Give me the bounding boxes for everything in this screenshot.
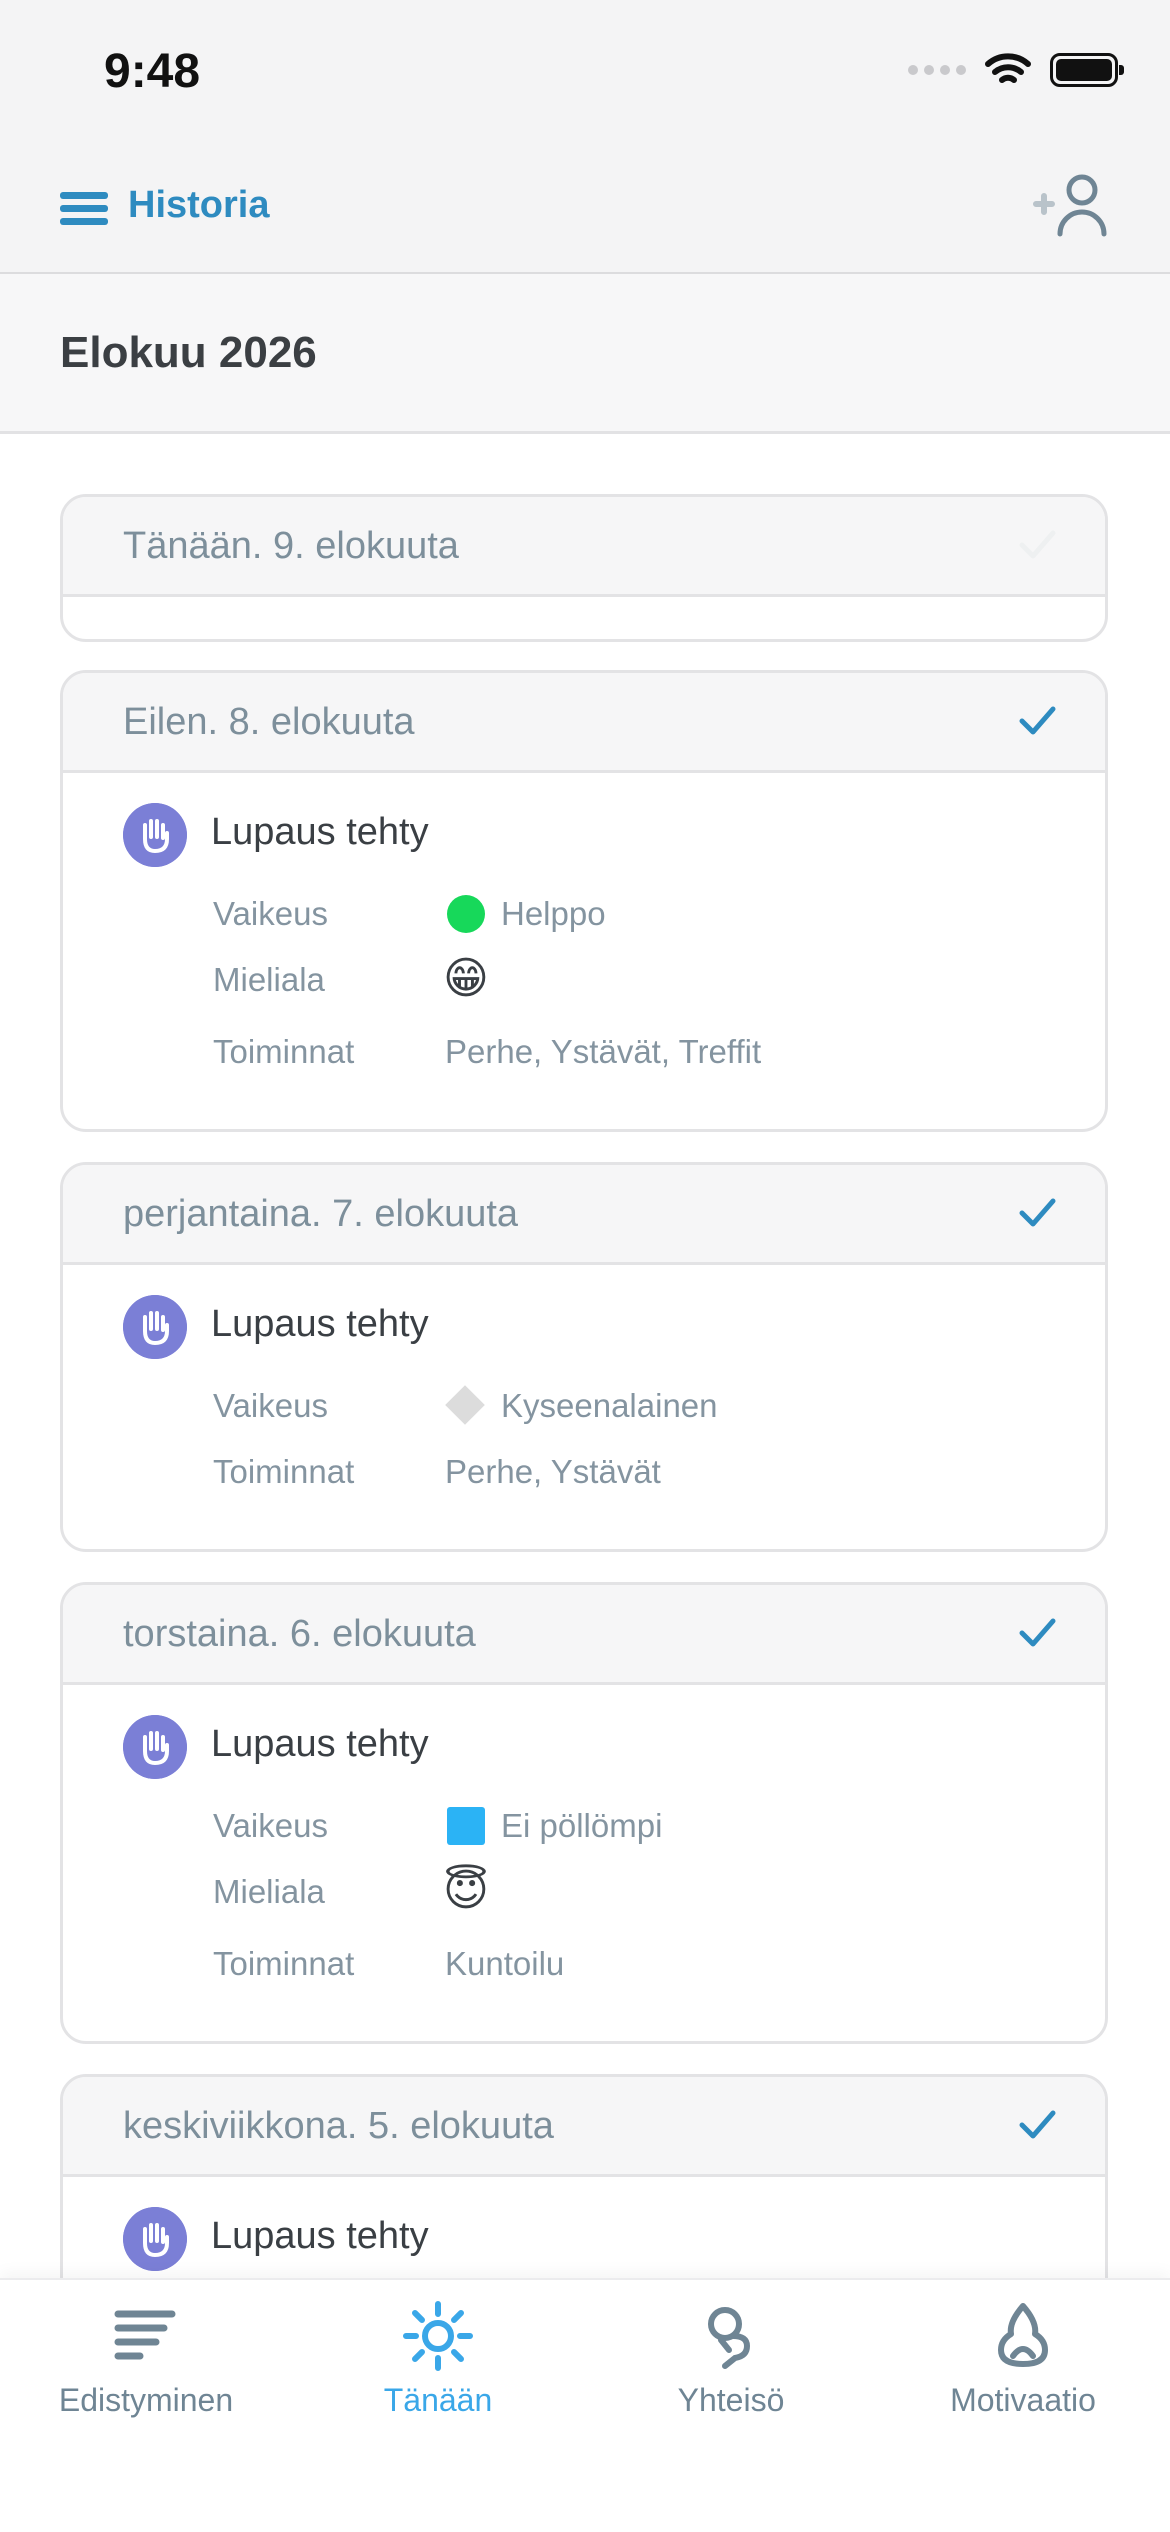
- day-date: keskiviikkona. 5. elokuuta: [123, 2105, 554, 2147]
- difficulty-row: Vaikeus Helppo: [63, 881, 1105, 947]
- battery-icon: [1050, 53, 1124, 87]
- checkmark-icon: [1019, 706, 1056, 735]
- promise-text: Lupaus tehty: [211, 2215, 429, 2257]
- mood-emoji-icon: 😁: [443, 954, 489, 1003]
- raised-hand-icon: [123, 1715, 187, 1779]
- checkmark-icon: [1019, 2110, 1056, 2139]
- activities-value: Perhe, Ystävät: [445, 1453, 661, 1490]
- day-card-header[interactable]: Tänään. 9. elokuuta: [63, 497, 1105, 597]
- promise-row: Lupaus tehty: [63, 803, 1105, 867]
- promise-text: Lupaus tehty: [211, 1723, 429, 1765]
- activities-value: Kuntoilu: [445, 1945, 565, 1982]
- tab-bar: Edistyminen Tänään Yhteisö Motivaatio: [0, 2278, 1170, 2532]
- add-user-icon[interactable]: [1026, 172, 1114, 242]
- difficulty-label: Vaikeus: [213, 1387, 328, 1424]
- difficulty-label: Vaikeus: [213, 1807, 328, 1844]
- mood-row: Mieliala 😇: [63, 1859, 1105, 1925]
- navigation-bar: Historia: [0, 140, 1170, 274]
- activities-row: Toiminnat Kuntoilu: [63, 1931, 1105, 1997]
- activities-row: Toiminnat Perhe, Ystävät: [63, 1439, 1105, 1505]
- activities-value: Perhe, Ystävät, Treffit: [445, 1033, 762, 1070]
- day-card-header[interactable]: perjantaina. 7. elokuuta: [63, 1165, 1105, 1265]
- tab-progress[interactable]: Edistyminen: [0, 2280, 292, 2480]
- community-icon: [708, 2307, 751, 2369]
- checkmark-icon: [1019, 1618, 1056, 1647]
- day-card[interactable]: torstaina. 6. elokuuta Lupaus tehty Vaik…: [60, 1582, 1108, 2044]
- not-bad-indicator-icon: [447, 1807, 485, 1845]
- progress-icon: [114, 2310, 176, 2360]
- activities-label: Toiminnat: [213, 1945, 355, 1982]
- day-card-header[interactable]: torstaina. 6. elokuuta: [63, 1585, 1105, 1685]
- day-card-header[interactable]: Eilen. 8. elokuuta: [63, 673, 1105, 773]
- mood-row: Mieliala 😁: [63, 947, 1105, 1013]
- mood-emoji-icon: 😇: [443, 1866, 489, 1915]
- status-icons: [908, 52, 1124, 88]
- mood-label: Mieliala: [213, 1873, 325, 1910]
- mood-label: Mieliala: [213, 961, 325, 998]
- activities-label: Toiminnat: [213, 1453, 355, 1490]
- tab-label: Edistyminen: [58, 2382, 234, 2418]
- promise-text: Lupaus tehty: [211, 1303, 429, 1345]
- cellular-signal-icon: [908, 65, 966, 75]
- activities-label: Toiminnat: [213, 1033, 355, 1070]
- tab-label: Yhteisö: [677, 2382, 785, 2418]
- promise-row: Lupaus tehty: [63, 1715, 1105, 1779]
- questionable-indicator-icon: [445, 1385, 485, 1425]
- day-date: Eilen. 8. elokuuta: [123, 701, 415, 743]
- difficulty-row: Vaikeus Ei pöllömpi: [63, 1793, 1105, 1859]
- motivation-icon: [998, 2303, 1048, 2367]
- tab-motivation[interactable]: Motivaatio: [877, 2280, 1169, 2480]
- day-card[interactable]: Eilen. 8. elokuuta Lupaus tehty Vaikeus …: [60, 670, 1108, 1132]
- difficulty-label: Vaikeus: [213, 895, 328, 932]
- raised-hand-icon: [123, 1295, 187, 1359]
- difficulty-value: Helppo: [501, 895, 606, 932]
- difficulty-row: Vaikeus Kyseenalainen: [63, 1373, 1105, 1439]
- promise-row: Lupaus tehty: [63, 2207, 1105, 2271]
- checkmark-icon: [1019, 530, 1056, 559]
- status-time: 9:48: [104, 45, 201, 98]
- raised-hand-icon: [123, 803, 187, 867]
- day-date: torstaina. 6. elokuuta: [123, 1613, 476, 1655]
- month-title: Elokuu 2026: [60, 328, 317, 377]
- month-header: Elokuu 2026: [0, 274, 1170, 434]
- difficulty-value: Kyseenalainen: [501, 1387, 718, 1424]
- day-date: perjantaina. 7. elokuuta: [123, 1193, 519, 1235]
- activities-row: Toiminnat Perhe, Ystävät, Treffit: [63, 1019, 1105, 1085]
- difficulty-value: Ei pöllömpi: [501, 1807, 663, 1844]
- tab-label: Tänään: [383, 2382, 493, 2418]
- promise-text: Lupaus tehty: [211, 811, 429, 853]
- day-card[interactable]: perjantaina. 7. elokuuta Lupaus tehty Va…: [60, 1162, 1108, 1552]
- tab-label: Motivaatio: [950, 2382, 1096, 2418]
- day-card-today[interactable]: Tänään. 9. elokuuta: [60, 494, 1108, 642]
- promise-row: Lupaus tehty: [63, 1295, 1105, 1359]
- status-bar: 9:48: [0, 0, 1170, 140]
- sun-icon: [403, 2301, 473, 2371]
- tab-community[interactable]: Yhteisö: [585, 2280, 877, 2480]
- hamburger-menu-icon[interactable]: [60, 192, 108, 225]
- tab-today[interactable]: Tänään: [292, 2280, 584, 2480]
- raised-hand-icon: [123, 2207, 187, 2271]
- wifi-icon: [985, 53, 1031, 83]
- easy-indicator-icon: [447, 895, 485, 933]
- day-card-header[interactable]: keskiviikkona. 5. elokuuta: [63, 2077, 1105, 2177]
- nav-title[interactable]: Historia: [128, 184, 269, 227]
- checkmark-icon: [1019, 1198, 1056, 1227]
- day-date: Tänään. 9. elokuuta: [123, 525, 459, 567]
